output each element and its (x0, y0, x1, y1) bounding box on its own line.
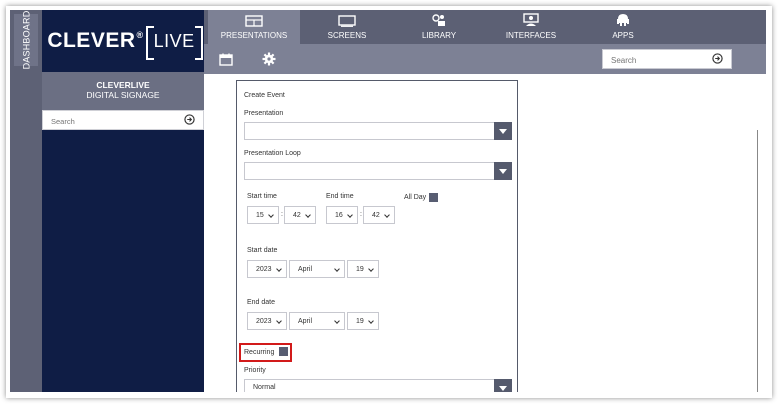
top-nav: PRESENTATIONS SCREENS LIBRARY INTERFACES… (204, 10, 766, 44)
end-hour-select[interactable]: 16 (326, 206, 358, 224)
end-date-label: End date (247, 299, 276, 306)
create-event-panel: Create Event Presentation Presentation L… (236, 80, 518, 392)
tab-label: PRESENTATIONS (220, 31, 288, 40)
end-time-label: End time (326, 193, 354, 200)
priority-label: Priority (244, 367, 266, 374)
end-day-value: 19 (356, 317, 364, 325)
start-year-select[interactable]: 2023 (247, 260, 287, 278)
scrollbar[interactable] (757, 130, 758, 392)
chevron-down-icon (334, 318, 340, 324)
priority-value: Normal (253, 384, 276, 391)
presentation-select[interactable] (244, 122, 512, 140)
presentation-label: Presentation (244, 110, 284, 117)
interfaces-icon (523, 13, 539, 26)
top-search-input[interactable] (603, 51, 703, 70)
presentations-icon (245, 15, 263, 27)
end-year-select[interactable]: 2023 (247, 312, 287, 330)
brand-name: CLEVER (47, 29, 136, 52)
brand-live: LIVE (145, 25, 203, 60)
end-day-select[interactable]: 19 (347, 312, 379, 330)
chevron-down-icon (276, 318, 282, 324)
tab-label: APPS (612, 31, 634, 40)
end-month-select[interactable]: April (289, 312, 345, 330)
start-time-label: Start time (247, 193, 277, 200)
sidebar-search (42, 110, 204, 131)
sidebar-search-input[interactable] (43, 112, 173, 131)
all-day-label: All Day (404, 194, 427, 201)
apps-icon (617, 14, 629, 26)
dashboard-tab[interactable]: DASHBOARD (14, 11, 38, 69)
dropdown-arrow-icon[interactable] (494, 379, 512, 392)
start-year-value: 2023 (256, 265, 272, 273)
start-hour-value: 15 (256, 211, 264, 219)
tab-label: LIBRARY (421, 31, 457, 40)
sidebar-title-line1: CLEVERLIVE (96, 80, 150, 90)
chevron-down-icon (347, 212, 353, 218)
presentation-loop-select[interactable] (244, 162, 512, 180)
sub-toolbar (204, 44, 766, 74)
brand-reg: ® (136, 30, 144, 40)
screen-icon (338, 15, 356, 27)
brand-logo: CLEVER ® LIVE (42, 10, 204, 72)
start-day-select[interactable]: 19 (347, 260, 379, 278)
time-separator: : (360, 211, 362, 218)
chevron-down-icon (276, 266, 282, 272)
tab-library[interactable]: LIBRARY (394, 10, 484, 44)
arrow-circle-icon[interactable] (712, 53, 723, 64)
tab-apps[interactable]: APPS (578, 10, 668, 44)
tab-interfaces[interactable]: INTERFACES (486, 10, 576, 44)
form-title: Create Event (244, 92, 285, 99)
start-month-value: April (298, 265, 313, 273)
start-minute-value: 42 (293, 211, 301, 219)
end-hour-value: 16 (335, 211, 343, 219)
sidebar-list (42, 130, 204, 392)
chevron-down-icon (334, 266, 340, 272)
time-separator: : (281, 211, 283, 218)
calendar-icon[interactable] (219, 53, 233, 66)
gear-icon[interactable] (262, 52, 276, 66)
chevron-down-icon (384, 212, 390, 218)
presentation-loop-label: Presentation Loop (244, 150, 301, 157)
start-minute-select[interactable]: 42 (284, 206, 316, 224)
end-year-value: 2023 (256, 317, 272, 325)
start-month-select[interactable]: April (289, 260, 345, 278)
sidebar-title-line2: DIGITAL SIGNAGE (86, 90, 160, 100)
priority-select[interactable]: Normal (244, 379, 512, 392)
end-month-value: April (298, 317, 313, 325)
tab-presentations[interactable]: PRESENTATIONS (208, 10, 300, 44)
recurring-label: Recurring (244, 349, 275, 356)
all-day-checkbox[interactable] (429, 193, 438, 202)
start-hour-select[interactable]: 15 (247, 206, 279, 224)
arrow-circle-icon[interactable] (184, 114, 195, 125)
chevron-down-icon (368, 266, 374, 272)
tab-screens[interactable]: SCREENS (302, 10, 392, 44)
end-minute-value: 42 (372, 211, 380, 219)
tab-label: SCREENS (327, 31, 367, 40)
chevron-down-icon (368, 318, 374, 324)
tab-label: INTERFACES (505, 31, 557, 40)
start-day-value: 19 (356, 265, 364, 273)
recurring-checkbox[interactable] (279, 347, 288, 356)
chevron-down-icon (305, 212, 311, 218)
end-minute-select[interactable]: 42 (363, 206, 395, 224)
dashboard-label: DASHBOARD (21, 10, 31, 70)
library-icon (432, 14, 445, 26)
dropdown-arrow-icon[interactable] (494, 162, 512, 180)
sidebar-title: CLEVERLIVE DIGITAL SIGNAGE (42, 72, 204, 110)
chevron-down-icon (268, 212, 274, 218)
dropdown-arrow-icon[interactable] (494, 122, 512, 140)
start-date-label: Start date (247, 247, 278, 254)
top-search (602, 49, 732, 70)
